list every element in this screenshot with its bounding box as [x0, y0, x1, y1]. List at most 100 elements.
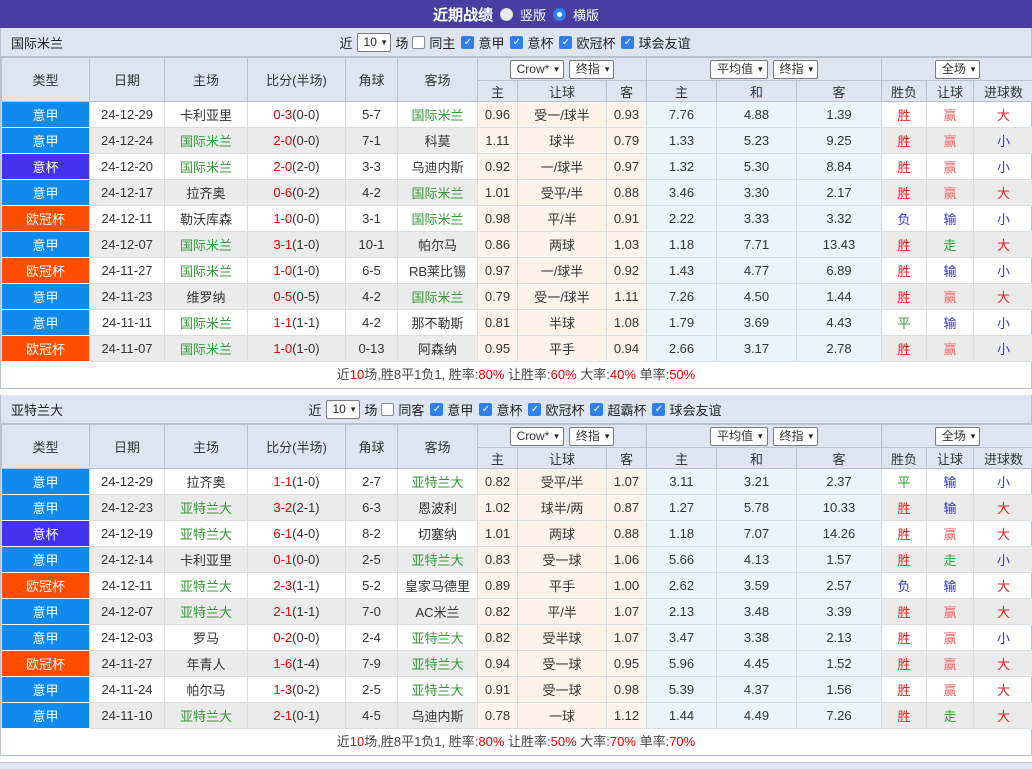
checked-checkbox-欧冠杯[interactable]: ✓ — [559, 36, 572, 49]
bookmaker-select[interactable]: Crow*▾ — [510, 427, 564, 446]
away-team[interactable]: 国际米兰 — [398, 102, 478, 128]
unchecked-checkbox-同客[interactable] — [381, 403, 394, 416]
final-odds-select[interactable]: 终指▾ — [569, 60, 615, 79]
handicap-result-cell: 输 — [927, 573, 974, 599]
checkbox-label[interactable]: 欧冠杯 — [545, 400, 584, 419]
checked-checkbox-欧冠杯[interactable]: ✓ — [528, 403, 541, 416]
column-header: 角球 — [346, 58, 398, 102]
handicap-result-cell: 赢 — [927, 128, 974, 154]
away-team[interactable]: 皇家马德里 — [398, 573, 478, 599]
away-team[interactable]: 乌迪内斯 — [398, 703, 478, 729]
home-team[interactable]: 亚特兰大 — [165, 573, 248, 599]
away-team[interactable]: 亚特兰大 — [398, 625, 478, 651]
match-count-select[interactable]: 10▾ — [357, 33, 392, 52]
avg-home-odds: 2.13 — [647, 599, 717, 625]
corners-cell: 4-2 — [346, 180, 398, 206]
home-team[interactable]: 国际米兰 — [165, 232, 248, 258]
home-team[interactable]: 勒沃库森 — [165, 206, 248, 232]
home-team[interactable]: 国际米兰 — [165, 154, 248, 180]
checked-checkbox-球会友谊[interactable]: ✓ — [652, 403, 665, 416]
home-team[interactable]: 维罗纳 — [165, 284, 248, 310]
corners-cell: 5-7 — [346, 102, 398, 128]
unchecked-checkbox-同主[interactable] — [412, 36, 425, 49]
away-team[interactable]: 国际米兰 — [398, 206, 478, 232]
checked-checkbox-意甲[interactable]: ✓ — [430, 403, 443, 416]
avg-draw-odds: 3.38 — [717, 625, 797, 651]
full-match-select[interactable]: 全场▾ — [935, 60, 981, 79]
home-team[interactable]: 国际米兰 — [165, 310, 248, 336]
checkbox-label[interactable]: 意甲 — [478, 33, 504, 52]
final-odds-select[interactable]: 终指▾ — [773, 427, 819, 446]
avg-home-odds: 3.11 — [647, 469, 717, 495]
home-team[interactable]: 帕尔马 — [165, 677, 248, 703]
checkbox-label[interactable]: 球会友谊 — [638, 33, 690, 52]
checkbox-label[interactable]: 欧冠杯 — [576, 33, 615, 52]
home-team[interactable]: 卡利亚里 — [165, 102, 248, 128]
half-time-score: (0-0) — [292, 630, 319, 645]
handicap-line: 球半 — [518, 128, 607, 154]
home-team[interactable]: 亚特兰大 — [165, 495, 248, 521]
away-team[interactable]: 亚特兰大 — [398, 651, 478, 677]
away-team[interactable]: 亚特兰大 — [398, 469, 478, 495]
match-count-select[interactable]: 10▾ — [326, 400, 361, 419]
away-team[interactable]: 国际米兰 — [398, 284, 478, 310]
home-team[interactable]: 卡利亚里 — [165, 547, 248, 573]
handicap-away-odds: 0.91 — [607, 206, 647, 232]
away-team[interactable]: 亚特兰大 — [398, 677, 478, 703]
home-team[interactable]: 亚特兰大 — [165, 703, 248, 729]
date-cell: 24-12-07 — [90, 232, 165, 258]
home-team[interactable]: 国际米兰 — [165, 128, 248, 154]
home-team[interactable]: 国际米兰 — [165, 336, 248, 362]
full-match-select[interactable]: 全场▾ — [935, 427, 981, 446]
home-team[interactable]: 亚特兰大 — [165, 521, 248, 547]
away-team[interactable]: 恩波利 — [398, 495, 478, 521]
checkbox-label[interactable]: 意杯 — [527, 33, 553, 52]
full-time-score: 6-1 — [273, 526, 292, 541]
away-team[interactable]: RB莱比锡 — [398, 258, 478, 284]
checked-checkbox-超霸杯[interactable]: ✓ — [590, 403, 603, 416]
summary-segment: 70% — [669, 734, 695, 749]
match-result-cell: 胜 — [882, 677, 927, 703]
checkbox-label[interactable]: 同主 — [429, 33, 455, 52]
final-odds-select[interactable]: 终指▾ — [569, 427, 615, 446]
away-team[interactable]: 乌迪内斯 — [398, 154, 478, 180]
away-team[interactable]: 科莫 — [398, 128, 478, 154]
away-team[interactable]: 那不勒斯 — [398, 310, 478, 336]
handicap-result-cell: 输 — [927, 258, 974, 284]
corners-cell: 8-2 — [346, 521, 398, 547]
checked-checkbox-球会友谊[interactable]: ✓ — [621, 36, 634, 49]
checked-checkbox-意杯[interactable]: ✓ — [510, 36, 523, 49]
bookmaker-select[interactable]: Crow*▾ — [510, 60, 564, 79]
away-team[interactable]: 亚特兰大 — [398, 547, 478, 573]
handicap-result-cell: 赢 — [927, 599, 974, 625]
horizontal-layout-radio[interactable] — [553, 8, 566, 21]
checkbox-label[interactable]: 球会友谊 — [669, 400, 721, 419]
checked-checkbox-意杯[interactable]: ✓ — [479, 403, 492, 416]
summary-segment: 40% — [610, 367, 636, 382]
date-cell: 24-12-20 — [90, 154, 165, 180]
vertical-layout-radio[interactable] — [500, 8, 513, 21]
home-team[interactable]: 拉齐奥 — [165, 469, 248, 495]
horizontal-layout-label[interactable]: 横版 — [573, 5, 599, 24]
checkbox-label[interactable]: 意杯 — [496, 400, 522, 419]
home-team[interactable]: 国际米兰 — [165, 258, 248, 284]
average-select[interactable]: 平均值▾ — [710, 427, 768, 446]
checked-checkbox-意甲[interactable]: ✓ — [461, 36, 474, 49]
home-team[interactable]: 罗马 — [165, 625, 248, 651]
away-team[interactable]: 帕尔马 — [398, 232, 478, 258]
final-odds-select[interactable]: 终指▾ — [773, 60, 819, 79]
home-team[interactable]: 拉齐奥 — [165, 180, 248, 206]
away-team[interactable]: 阿森纳 — [398, 336, 478, 362]
summary-segment: 近 — [337, 734, 350, 749]
checkbox-label[interactable]: 超霸杯 — [607, 400, 646, 419]
vertical-layout-label[interactable]: 竖版 — [520, 5, 546, 24]
away-team[interactable]: 国际米兰 — [398, 180, 478, 206]
away-team[interactable]: AC米兰 — [398, 599, 478, 625]
avg-home-odds: 1.18 — [647, 521, 717, 547]
away-team[interactable]: 切塞纳 — [398, 521, 478, 547]
checkbox-label[interactable]: 意甲 — [447, 400, 473, 419]
average-select[interactable]: 平均值▾ — [710, 60, 768, 79]
checkbox-label[interactable]: 同客 — [398, 400, 424, 419]
home-team[interactable]: 年青人 — [165, 651, 248, 677]
home-team[interactable]: 亚特兰大 — [165, 599, 248, 625]
